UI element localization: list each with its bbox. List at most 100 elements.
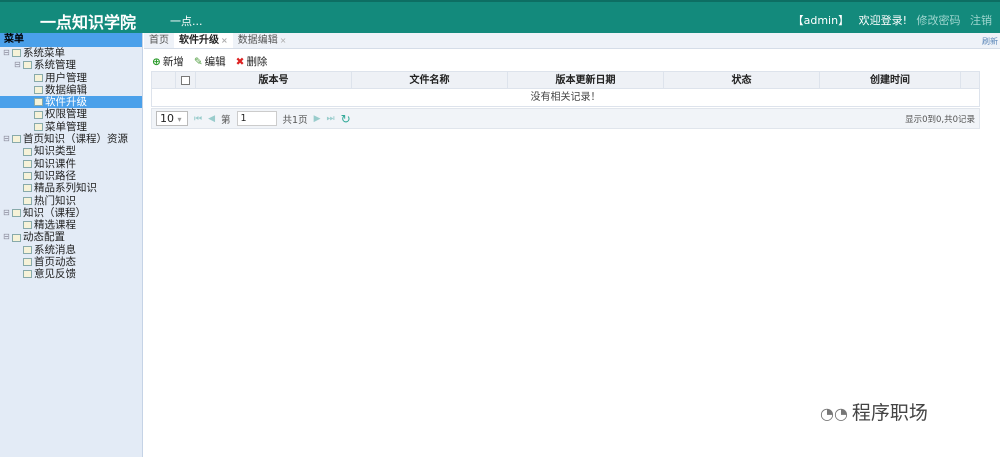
menu-item[interactable]: ⊟ 系统管理 [0, 59, 142, 71]
menu-item[interactable]: 知识路径 [0, 170, 142, 182]
tab-bar: 首页 软件升级 × 数据编辑 × [144, 33, 1000, 49]
menu-item[interactable]: ⊟ 知识（课程） [0, 207, 142, 219]
tab-label: 数据编辑 [237, 35, 278, 46]
menu-item[interactable]: 精选课程 [0, 219, 142, 231]
menu-item-label: 软件升级 [45, 96, 87, 109]
menu-item[interactable]: 权限管理 [0, 108, 142, 120]
menu-item-label: 动态配置 [23, 231, 65, 244]
reload-icon[interactable]: ↻ [341, 112, 351, 126]
item-icon [34, 86, 43, 95]
collapse-icon[interactable]: ⊟ [3, 231, 10, 243]
menu-item[interactable]: ⊟ 动态配置 [0, 231, 142, 243]
tab-label: 软件升级 [179, 35, 219, 46]
data-grid: 版本号 文件名称 版本更新日期 状态 创建时间 没有相关记录！ [151, 71, 980, 107]
item-icon [23, 184, 32, 193]
collapse-icon[interactable]: ⊟ [3, 133, 10, 145]
item-icon [23, 159, 32, 168]
collapse-icon[interactable]: ⊟ [3, 207, 10, 219]
collapse-icon[interactable]: ⊟ [14, 59, 21, 71]
item-icon [34, 110, 43, 119]
close-icon[interactable]: × [221, 36, 228, 45]
page-input[interactable]: 1 [236, 111, 277, 126]
collapse-icon[interactable]: ⊟ [3, 47, 10, 59]
item-icon [34, 73, 43, 82]
item-icon [23, 147, 32, 156]
refresh-link[interactable]: 刷新 [982, 36, 998, 47]
menu-item-label: 热门知识 [34, 194, 76, 207]
menu-item[interactable]: 系统消息 [0, 244, 142, 256]
menu-item-label: 系统菜单 [23, 47, 65, 59]
page-size-value: 10 [160, 112, 174, 125]
menu-item-label: 菜单管理 [45, 120, 87, 133]
menu-item-label: 首页动态 [34, 256, 76, 269]
watermark-text: 程序职场 [851, 402, 928, 424]
item-icon [23, 196, 32, 205]
menu-item[interactable]: 知识课件 [0, 158, 142, 170]
app-logo: 一点知识学院 [40, 13, 137, 32]
item-icon [23, 221, 32, 230]
menu-item[interactable]: 意见反馈 [0, 268, 142, 280]
menu-item[interactable]: ⊟ 首页知识（课程）资源 [0, 133, 142, 145]
add-button[interactable]: ⊕ 新增 [152, 54, 184, 69]
item-icon [34, 122, 43, 131]
plus-icon: ⊕ [152, 56, 161, 68]
menu-tree: ⊟ 系统菜单 ⊟ 系统管理 用户管理 数据编辑 软件升级 权限管理 菜单管理 ⊟ 首页知识（课程）资… [0, 47, 142, 281]
menu-item-label: 首页知识（课程）资源 [23, 133, 128, 146]
menu-item[interactable]: 用户管理 [0, 72, 142, 84]
menu-item[interactable]: 精品系列知识 [0, 182, 142, 194]
menu-item[interactable]: 菜单管理 [0, 121, 142, 133]
menu-item[interactable]: 数据编辑 [0, 84, 142, 96]
item-icon [23, 258, 32, 267]
prev-page-icon[interactable]: ◀ [208, 114, 215, 124]
menu-item-label: 知识类型 [34, 145, 76, 158]
col-update-date[interactable]: 版本更新日期 [508, 72, 664, 88]
folder-icon [23, 61, 32, 70]
select-all-checkbox[interactable] [176, 72, 196, 88]
last-page-icon[interactable]: ⏭ [327, 114, 335, 124]
menu-item[interactable]: 知识类型 [0, 145, 142, 157]
page-info: 显示0到0,共0记录 [905, 114, 975, 125]
welcome-text: 欢迎登录! [858, 14, 907, 27]
folder-icon [12, 135, 21, 144]
pagination: 10 ▾ ⏮ ◀ 第 1 共1页 ▶ ⏭ ↻ 显示0到0,共0记录 [151, 108, 980, 129]
folder-icon [12, 233, 21, 242]
menu-item[interactable]: 首页动态 [0, 256, 142, 268]
page-prefix: 第 [221, 114, 231, 126]
pencil-icon: ✎ [193, 56, 203, 68]
tab-label: 首页 [149, 35, 169, 46]
menu-item[interactable]: ⊟ 系统菜单 [0, 47, 142, 59]
menu-item-label: 系统消息 [34, 243, 76, 256]
grid-header: 版本号 文件名称 版本更新日期 状态 创建时间 [152, 72, 979, 89]
tab[interactable]: 软件升级 × [174, 33, 233, 48]
sidebar-title: 菜单 [0, 33, 142, 47]
logout-link[interactable]: 注销 [970, 14, 992, 27]
chevron-down-icon: ▾ [177, 115, 182, 124]
menu-item-label: 精选课程 [34, 219, 76, 232]
close-icon[interactable]: × [280, 36, 287, 45]
tab[interactable]: 数据编辑 × [233, 33, 292, 48]
item-icon [34, 98, 43, 107]
delete-button[interactable]: ✖ 删除 [236, 54, 268, 69]
menu-item-label: 用户管理 [45, 71, 87, 84]
next-page-icon[interactable]: ▶ [314, 114, 321, 124]
folder-icon [12, 209, 21, 217]
folder-icon [12, 49, 21, 58]
edit-button[interactable]: ✎ 编辑 [194, 54, 226, 69]
menu-item[interactable]: 热门知识 [0, 195, 142, 207]
first-page-icon[interactable]: ⏮ [194, 114, 202, 124]
delete-label: 删除 [246, 56, 268, 68]
tab[interactable]: 首页 [144, 33, 174, 48]
edit-label: 编辑 [204, 56, 226, 68]
sidebar: 菜单 ⊟ 系统菜单 ⊟ 系统管理 用户管理 数据编辑 软件升级 权限管理 菜单管理 ⊟ 首页知识（课… [0, 33, 143, 457]
change-password-link[interactable]: 修改密码 [917, 14, 961, 27]
add-label: 新增 [162, 56, 184, 68]
watermark: ◔◔ 程序职场 [820, 398, 928, 425]
col-status[interactable]: 状态 [664, 72, 820, 88]
item-icon [23, 245, 32, 254]
col-created[interactable]: 创建时间 [820, 72, 961, 88]
total-pages: 共1页 [282, 114, 308, 126]
page-size-select[interactable]: 10 ▾ [156, 111, 188, 126]
menu-item[interactable]: 软件升级 [0, 96, 142, 109]
col-filename[interactable]: 文件名称 [352, 72, 508, 88]
col-version[interactable]: 版本号 [196, 72, 352, 88]
